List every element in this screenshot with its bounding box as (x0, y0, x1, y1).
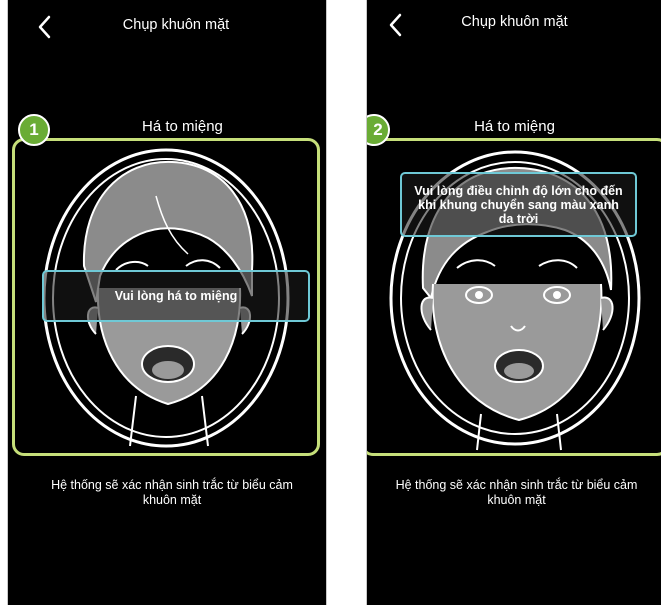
phone-screen-step-1: Chụp khuôn mặt Há to miệng 1 Vui lòng há (7, 0, 327, 605)
footnote-text: Hệ thống sẽ xác nhận sinh trắc từ biểu c… (395, 478, 638, 507)
instruction-text: Há to miệng (474, 118, 555, 135)
top-bar: Chụp khuôn mặt (8, 0, 326, 48)
footnote-text: Hệ thống sẽ xác nhận sinh trắc từ biểu c… (51, 478, 293, 507)
instruction-text: Há to miệng (142, 118, 223, 135)
top-bar: Chụp khuôn mặt (367, 0, 661, 48)
step-badge: 1 (18, 114, 50, 146)
screen-title: Chụp khuôn mặt (122, 17, 230, 33)
guidance-message: Vui lòng há to miệng (42, 270, 310, 322)
screen-title: Chụp khuôn mặt (461, 14, 568, 30)
guidance-message: Vui lòng điều chỉnh độ lớn cho đến khi k… (400, 172, 637, 237)
phone-screen-step-2: Chụp khuôn mặt Há to miệng 2 Vui lòng đi… (366, 0, 661, 605)
